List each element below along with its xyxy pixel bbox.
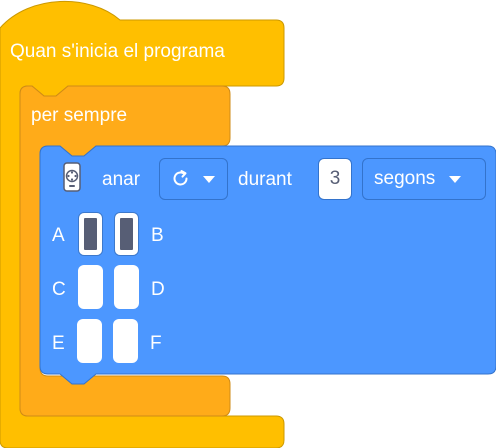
segment-toggle-d[interactable] [114,265,139,309]
segment-toggle-b[interactable] [114,212,139,256]
segment-fill-a [84,218,97,250]
segment-toggle-c[interactable] [78,265,103,309]
segment-label-a: A [52,225,65,246]
segment-label-e: E [52,333,65,354]
motor-action-label: anar [102,169,141,190]
chevron-down-icon [203,175,215,183]
segment-toggle-f[interactable] [113,319,138,363]
unit-dropdown[interactable]: segons [362,158,486,200]
segment-label-b: B [151,225,164,246]
script-canvas: Quan s'inicia el programa per sempre ana… [0,0,496,448]
motor-during-label: durant [238,169,292,190]
hat-block-label: Quan s'inicia el programa [10,41,225,62]
segment-label-c: C [52,279,66,300]
segment-toggle-e[interactable] [77,319,102,363]
unit-dropdown-label: segons [374,168,436,189]
duration-value: 3 [329,168,341,189]
rotate-clockwise-icon [171,169,191,189]
segment-toggle-a[interactable] [78,212,103,256]
chevron-down-icon [449,175,462,183]
duration-input[interactable]: 3 [318,158,352,200]
forever-block-label: per sempre [31,105,128,126]
direction-dropdown[interactable] [159,158,228,200]
segment-fill-b [120,218,133,250]
segment-label-d: D [151,279,165,300]
segment-label-f: F [150,333,162,354]
motor-remote-icon [63,162,81,192]
block-shapes [0,0,496,448]
